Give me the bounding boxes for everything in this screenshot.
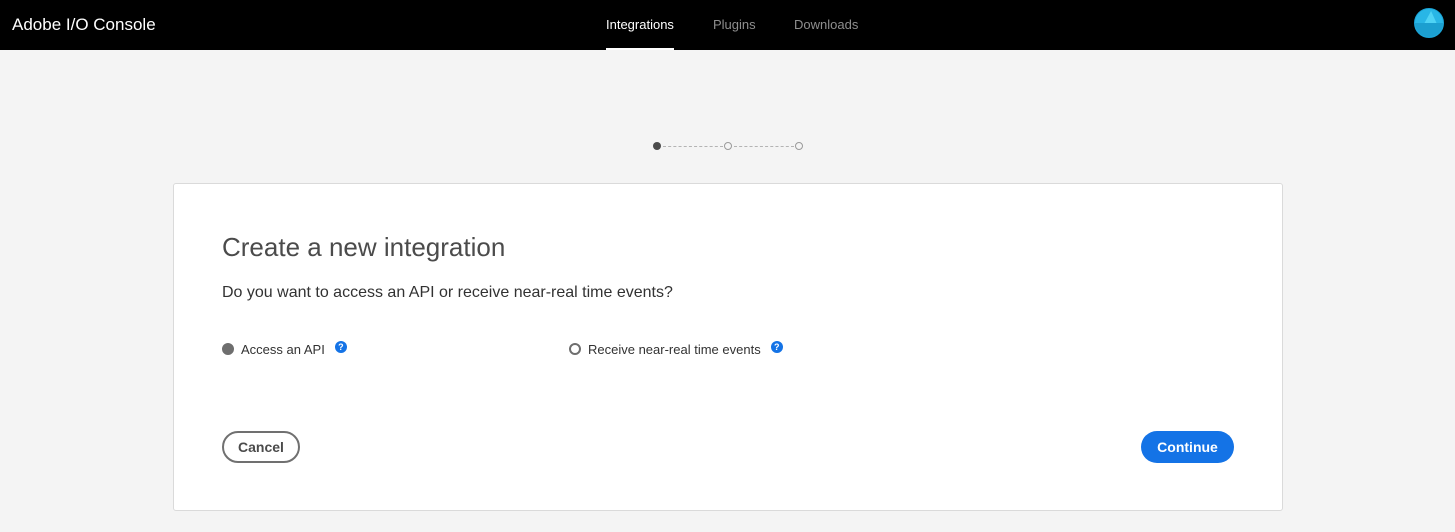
integration-wizard-card: Create a new integration Do you want to … <box>173 183 1283 511</box>
step-1-indicator <box>653 142 661 150</box>
nav-item-downloads[interactable]: Downloads <box>794 0 858 50</box>
cancel-button[interactable]: Cancel <box>222 431 300 463</box>
radio-access-api[interactable]: Access an API ? <box>222 339 347 359</box>
step-2-indicator <box>724 142 732 150</box>
nav-item-integrations[interactable]: Integrations <box>606 0 674 50</box>
nav-item-plugins[interactable]: Plugins <box>713 0 756 50</box>
step-3-indicator <box>795 142 803 150</box>
radio-receive-events[interactable]: Receive near-real time events ? <box>569 339 783 359</box>
radio-label-receive-events[interactable]: Receive near-real time events <box>588 342 761 357</box>
page-title: Create a new integration <box>222 232 506 262</box>
radio-unselected-icon[interactable] <box>569 343 581 355</box>
wizard-stepper <box>650 142 806 152</box>
user-avatar-icon[interactable] <box>1414 8 1444 38</box>
integration-type-question: Do you want to access an API or receive … <box>222 284 673 301</box>
step-connector <box>663 146 723 147</box>
radio-selected-icon[interactable] <box>222 343 234 355</box>
step-connector <box>734 146 794 147</box>
help-icon[interactable]: ? <box>334 341 347 353</box>
main-nav: Integrations Plugins Downloads <box>0 0 1455 50</box>
continue-button[interactable]: Continue <box>1141 431 1234 463</box>
radio-label-access-api[interactable]: Access an API <box>241 342 325 357</box>
help-icon[interactable]: ? <box>770 341 783 353</box>
top-navigation-bar: Adobe I/O Console Integrations Plugins D… <box>0 0 1455 50</box>
